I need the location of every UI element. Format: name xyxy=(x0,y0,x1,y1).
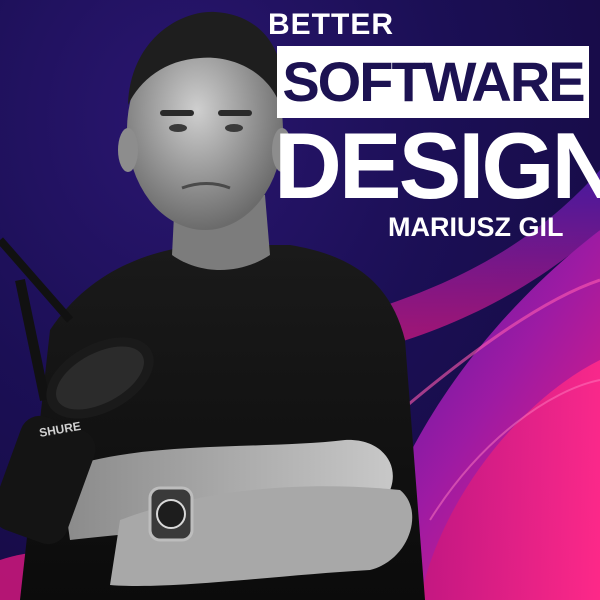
podcast-cover: SHURE BETTER SOFTWARE DESIGN MARIUSZ GIL xyxy=(0,0,600,600)
title-better: BETTER xyxy=(268,8,394,41)
author-name: MARIUSZ GIL xyxy=(388,212,564,242)
title-software: SOFTWARE xyxy=(282,50,585,113)
title-design: DESIGN xyxy=(274,113,600,218)
